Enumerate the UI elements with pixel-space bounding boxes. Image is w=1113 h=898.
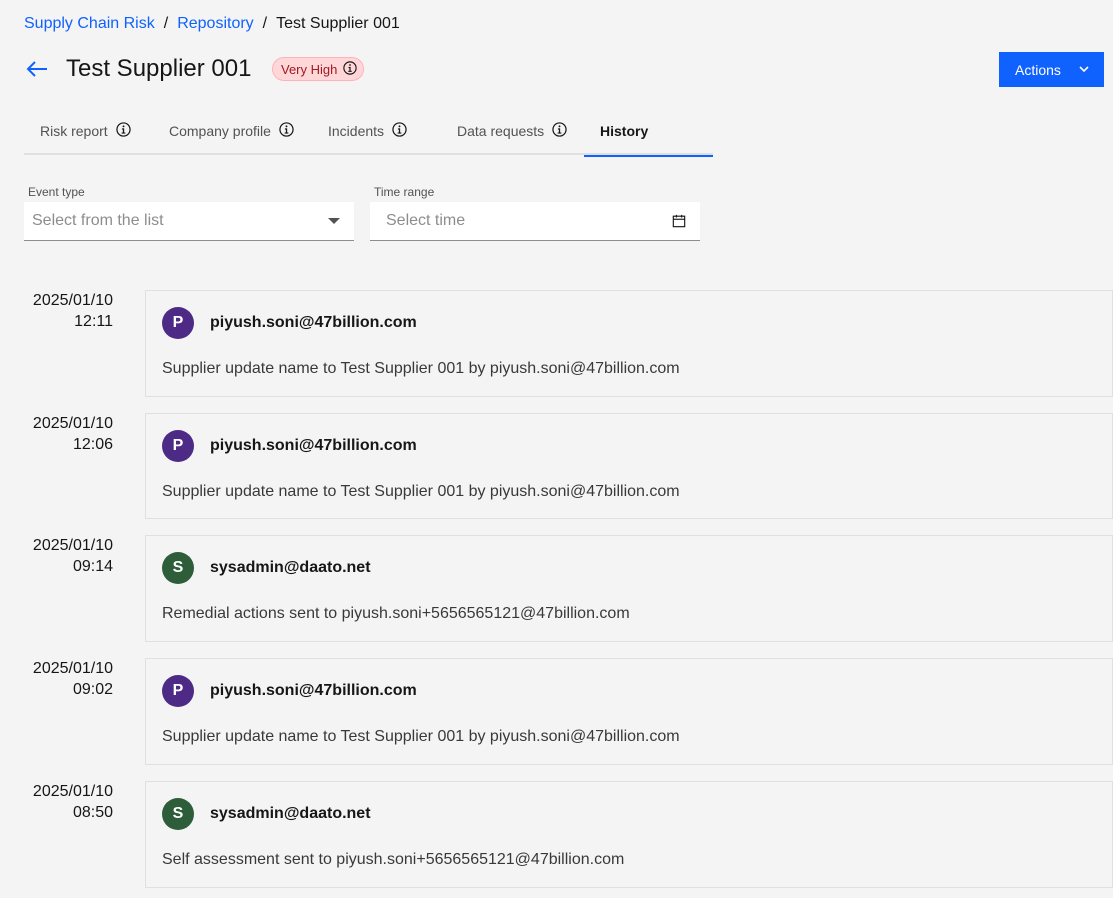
entry-timestamp: 2025/01/10 12:06 xyxy=(3,413,113,455)
history-card: P piyush.soni@47billion.com Supplier upd… xyxy=(145,290,1113,397)
calendar-icon[interactable] xyxy=(672,214,686,228)
tab-company-profile[interactable]: Company profile xyxy=(153,107,310,155)
entry-time: 09:14 xyxy=(72,558,113,575)
avatar: P xyxy=(162,430,194,462)
entry-date: 2025/01/10 xyxy=(32,660,113,677)
history-card: P piyush.soni@47billion.com Supplier upd… xyxy=(145,658,1113,765)
avatar: S xyxy=(162,798,194,830)
event-type-placeholder: Select from the list xyxy=(32,212,164,229)
breadcrumb-current: Test Supplier 001 xyxy=(276,15,400,32)
breadcrumb-link-repository[interactable]: Repository xyxy=(177,13,253,35)
entry-date: 2025/01/10 xyxy=(32,783,113,800)
entry-time: 08:50 xyxy=(72,804,113,821)
entry-date: 2025/01/10 xyxy=(32,537,113,554)
tab-label: Risk report xyxy=(40,123,108,139)
entry-user: sysadmin@daato.net xyxy=(210,805,371,822)
actions-button[interactable]: Actions xyxy=(999,52,1104,87)
tab-label: Company profile xyxy=(169,123,271,139)
history-card: S sysadmin@daato.net Self assessment sen… xyxy=(145,781,1113,888)
tab-label: History xyxy=(600,123,649,139)
risk-level-badge: Very High xyxy=(272,57,365,81)
entry-message: Remedial actions sent to piyush.soni+565… xyxy=(162,605,630,622)
entry-time: 12:11 xyxy=(74,313,113,330)
event-type-dropdown[interactable]: Select from the list xyxy=(24,202,354,241)
breadcrumb-separator: / xyxy=(163,15,169,32)
risk-level-label: Very High xyxy=(281,61,338,77)
arrow-left-icon xyxy=(26,61,47,77)
entry-timestamp: 2025/01/10 09:02 xyxy=(3,658,113,700)
tab-history[interactable]: History xyxy=(584,107,713,157)
entry-user: sysadmin@daato.net xyxy=(210,559,371,576)
info-icon[interactable] xyxy=(343,60,358,78)
entry-user: piyush.soni@47billion.com xyxy=(210,682,417,699)
time-range-label: Time range xyxy=(374,185,435,199)
entry-message: Supplier update name to Test Supplier 00… xyxy=(162,728,680,745)
history-card: P piyush.soni@47billion.com Supplier upd… xyxy=(145,413,1113,519)
tab-incidents[interactable]: Incidents xyxy=(312,107,423,155)
tab-label: Data requests xyxy=(457,123,545,139)
breadcrumb-separator: / xyxy=(262,15,268,32)
avatar: S xyxy=(162,552,194,584)
entry-message: Self assessment sent to piyush.soni+5656… xyxy=(162,851,625,868)
entry-message: Supplier update name to Test Supplier 00… xyxy=(162,483,680,500)
tab-data-requests[interactable]: Data requests xyxy=(441,107,583,155)
event-type-label: Event type xyxy=(28,185,85,199)
entry-message: Supplier update name to Test Supplier 00… xyxy=(162,360,680,377)
entry-date: 2025/01/10 xyxy=(32,415,113,432)
entry-time: 09:02 xyxy=(72,681,113,698)
info-icon[interactable] xyxy=(552,122,567,140)
entry-user: piyush.soni@47billion.com xyxy=(210,437,417,454)
caret-down-icon xyxy=(328,218,340,224)
chevron-down-icon xyxy=(1079,66,1089,73)
tab-label: Incidents xyxy=(328,123,385,139)
tab-list: Risk report Company profile Incidents Da… xyxy=(24,107,713,157)
breadcrumb-link-supply-chain-risk[interactable]: Supply Chain Risk xyxy=(24,13,155,35)
actions-label: Actions xyxy=(1015,61,1061,78)
avatar: P xyxy=(162,675,194,707)
info-icon[interactable] xyxy=(279,122,294,140)
supplier-history-page: Supply Chain Risk / Repository / Test Su… xyxy=(0,0,1113,898)
info-icon[interactable] xyxy=(392,122,407,140)
entry-user: piyush.soni@47billion.com xyxy=(210,314,417,331)
info-icon[interactable] xyxy=(116,122,131,140)
avatar: P xyxy=(162,307,194,339)
time-range-picker[interactable]: Select time xyxy=(370,202,700,241)
tab-risk-report[interactable]: Risk report xyxy=(24,107,147,155)
page-title: Test Supplier 001 xyxy=(66,55,252,82)
entry-timestamp: 2025/01/10 12:11 xyxy=(3,290,113,332)
breadcrumb: Supply Chain Risk / Repository / Test Su… xyxy=(24,13,400,35)
back-button[interactable] xyxy=(24,56,50,82)
entry-timestamp: 2025/01/10 08:50 xyxy=(3,781,113,823)
time-range-placeholder: Select time xyxy=(386,212,466,229)
entry-time: 12:06 xyxy=(72,436,113,453)
entry-timestamp: 2025/01/10 09:14 xyxy=(3,535,113,577)
entry-date: 2025/01/10 xyxy=(32,292,113,309)
history-card: S sysadmin@daato.net Remedial actions se… xyxy=(145,535,1113,642)
